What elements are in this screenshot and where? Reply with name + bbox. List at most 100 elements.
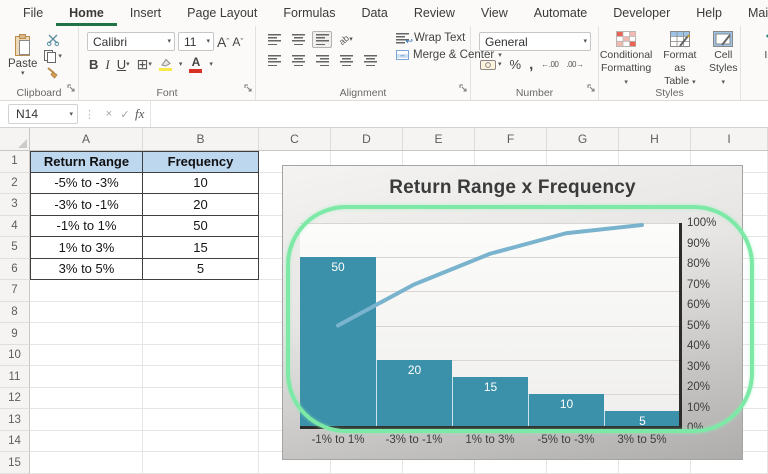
row-header-11[interactable]: 11 bbox=[0, 366, 30, 388]
select-all-corner[interactable] bbox=[0, 128, 30, 150]
cell-B3[interactable]: 20 bbox=[143, 194, 259, 216]
row-header-3[interactable]: 3 bbox=[0, 194, 30, 216]
cancel-icon[interactable]: × bbox=[101, 108, 117, 120]
formula-bar-grip[interactable]: ⋮ bbox=[84, 108, 95, 121]
cell-B14[interactable] bbox=[143, 431, 259, 453]
row-header-15[interactable]: 15 bbox=[0, 452, 30, 474]
tab-page-layout[interactable]: Page Layout bbox=[174, 2, 270, 26]
cell-styles-button[interactable]: Cell Styles ▾ bbox=[706, 31, 740, 88]
accounting-format-button[interactable]: ▾ bbox=[480, 59, 502, 71]
increase-indent-button[interactable] bbox=[360, 52, 380, 69]
row-header-1[interactable]: 1 bbox=[0, 151, 30, 173]
row-header-9[interactable]: 9 bbox=[0, 323, 30, 345]
percent-style-button[interactable]: % bbox=[510, 57, 522, 72]
cell-A3[interactable]: -3% to -1% bbox=[30, 194, 143, 216]
font-dialog-launcher[interactable] bbox=[244, 79, 252, 97]
cell-A4[interactable]: -1% to 1% bbox=[30, 216, 143, 238]
borders-button[interactable]: ⊞▾ bbox=[137, 56, 152, 73]
column-header-I[interactable]: I bbox=[691, 128, 768, 150]
decrease-font-size-button[interactable]: Aˇ bbox=[232, 35, 243, 49]
top-align-button[interactable] bbox=[264, 31, 284, 48]
comma-style-button[interactable]: , bbox=[529, 56, 533, 73]
tab-file[interactable]: File bbox=[10, 2, 56, 26]
column-header-G[interactable]: G bbox=[547, 128, 619, 150]
increase-decimal-button[interactable]: ←.00 bbox=[541, 60, 558, 69]
row-header-4[interactable]: 4 bbox=[0, 216, 30, 238]
cell-B4[interactable]: 50 bbox=[143, 216, 259, 238]
tab-automate[interactable]: Automate bbox=[521, 2, 601, 26]
tab-mailings[interactable]: Mailings bbox=[735, 2, 768, 26]
cell-A12[interactable] bbox=[30, 388, 143, 410]
insert-function-button[interactable]: fx bbox=[135, 106, 144, 122]
cell-A9[interactable] bbox=[30, 323, 143, 345]
cell-A2[interactable]: -5% to -3% bbox=[30, 173, 143, 195]
enter-icon[interactable]: ✓ bbox=[117, 108, 133, 121]
cell-A1[interactable]: Return Range bbox=[30, 151, 143, 173]
cell-B15[interactable] bbox=[143, 452, 259, 474]
cell-B13[interactable] bbox=[143, 409, 259, 431]
paste-button[interactable]: Paste ▾ bbox=[8, 31, 37, 79]
copy-button[interactable]: ▾ bbox=[43, 49, 62, 63]
row-header-8[interactable]: 8 bbox=[0, 302, 30, 324]
fill-color-button[interactable] bbox=[159, 58, 172, 72]
row-header-7[interactable]: 7 bbox=[0, 280, 30, 302]
cell-B2[interactable]: 10 bbox=[143, 173, 259, 195]
font-name-select[interactable]: Calibri▾ bbox=[87, 32, 175, 51]
align-center-button[interactable] bbox=[288, 52, 308, 69]
cell-B5[interactable]: 15 bbox=[143, 237, 259, 259]
align-right-button[interactable] bbox=[312, 52, 332, 69]
tab-data[interactable]: Data bbox=[348, 2, 400, 26]
formula-input[interactable] bbox=[150, 101, 768, 127]
cell-A10[interactable] bbox=[30, 345, 143, 367]
cell-B10[interactable] bbox=[143, 345, 259, 367]
column-header-A[interactable]: A bbox=[30, 128, 143, 150]
cell-B6[interactable]: 5 bbox=[143, 259, 259, 281]
cell-A6[interactable]: 3% to 5% bbox=[30, 259, 143, 281]
row-header-6[interactable]: 6 bbox=[0, 259, 30, 281]
column-header-B[interactable]: B bbox=[143, 128, 259, 150]
cut-button[interactable] bbox=[43, 33, 62, 46]
tab-help[interactable]: Help bbox=[683, 2, 735, 26]
cell-A8[interactable] bbox=[30, 302, 143, 324]
number-dialog-launcher[interactable] bbox=[587, 79, 595, 97]
tab-home[interactable]: Home bbox=[56, 2, 117, 26]
cell-B1[interactable]: Frequency bbox=[143, 151, 259, 173]
cell-B8[interactable] bbox=[143, 302, 259, 324]
row-header-2[interactable]: 2 bbox=[0, 173, 30, 195]
tab-formulas[interactable]: Formulas bbox=[270, 2, 348, 26]
cell-A11[interactable] bbox=[30, 366, 143, 388]
insert-cells-button[interactable]: Inser ▾ bbox=[764, 31, 768, 69]
alignment-dialog-launcher[interactable] bbox=[459, 79, 467, 97]
conditional-formatting-button[interactable]: Conditional Formatting ▾ bbox=[599, 31, 653, 88]
number-format-select[interactable]: General▾ bbox=[479, 32, 591, 51]
row-header-14[interactable]: 14 bbox=[0, 431, 30, 453]
cell-A13[interactable] bbox=[30, 409, 143, 431]
underline-button[interactable]: U▾ bbox=[117, 57, 130, 72]
align-left-button[interactable] bbox=[264, 52, 284, 69]
orientation-button[interactable]: ab▾ bbox=[336, 31, 356, 48]
tab-insert[interactable]: Insert bbox=[117, 2, 174, 26]
cell-B12[interactable] bbox=[143, 388, 259, 410]
cell-A7[interactable] bbox=[30, 280, 143, 302]
tab-view[interactable]: View bbox=[468, 2, 521, 26]
cell-B11[interactable] bbox=[143, 366, 259, 388]
bottom-align-button[interactable] bbox=[312, 31, 332, 48]
cell-B9[interactable] bbox=[143, 323, 259, 345]
column-header-C[interactable]: C bbox=[259, 128, 331, 150]
tab-review[interactable]: Review bbox=[401, 2, 468, 26]
row-header-10[interactable]: 10 bbox=[0, 345, 30, 367]
column-header-D[interactable]: D bbox=[331, 128, 403, 150]
bold-button[interactable]: B bbox=[89, 57, 98, 72]
font-color-button[interactable]: A bbox=[189, 56, 202, 73]
tab-developer[interactable]: Developer bbox=[600, 2, 683, 26]
cell-A14[interactable] bbox=[30, 431, 143, 453]
column-header-E[interactable]: E bbox=[403, 128, 475, 150]
format-as-table-button[interactable]: Format as Table ▾ bbox=[657, 31, 702, 88]
middle-align-button[interactable] bbox=[288, 31, 308, 48]
format-painter-button[interactable] bbox=[43, 66, 62, 79]
cell-A5[interactable]: 1% to 3% bbox=[30, 237, 143, 259]
name-box[interactable]: N14▾ bbox=[8, 104, 78, 124]
cell-B7[interactable] bbox=[143, 280, 259, 302]
row-header-12[interactable]: 12 bbox=[0, 388, 30, 410]
increase-font-size-button[interactable]: Aˆ bbox=[217, 34, 229, 50]
